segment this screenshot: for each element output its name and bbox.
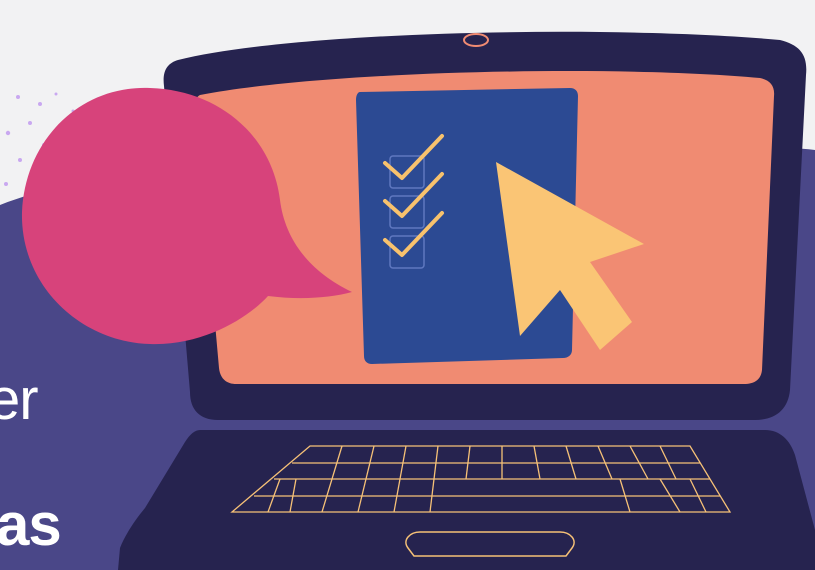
headline-line-1: er <box>0 367 39 432</box>
laptop-illustration <box>0 31 815 570</box>
laptop-base <box>118 430 815 570</box>
headline-line-2: as <box>0 491 62 558</box>
